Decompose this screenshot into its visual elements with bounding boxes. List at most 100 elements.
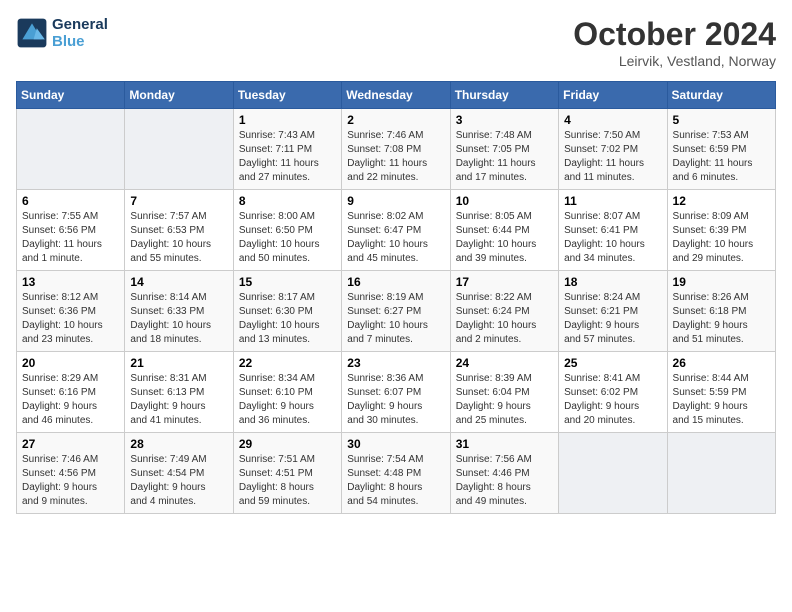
- day-number: 3: [456, 113, 553, 127]
- day-info: Sunrise: 8:07 AM Sunset: 6:41 PM Dayligh…: [564, 210, 661, 266]
- day-info: Sunrise: 8:36 AM Sunset: 6:07 PM Dayligh…: [347, 372, 444, 428]
- title-area: October 2024 Leirvik, Vestland, Norway: [573, 16, 776, 69]
- weekday-header-sunday: Sunday: [17, 82, 125, 109]
- day-number: 25: [564, 356, 661, 370]
- day-number: 21: [130, 356, 227, 370]
- calendar-cell: 12 Sunrise: 8:09 AM Sunset: 6:39 PM Dayli…: [667, 190, 775, 271]
- day-info: Sunrise: 8:17 AM Sunset: 6:30 PM Dayligh…: [239, 291, 336, 347]
- calendar-cell: 25 Sunrise: 8:41 AM Sunset: 6:02 PM Dayli…: [559, 352, 667, 433]
- day-number: 29: [239, 437, 336, 451]
- calendar-cell: 17 Sunrise: 8:22 AM Sunset: 6:24 PM Dayli…: [450, 271, 558, 352]
- day-number: 22: [239, 356, 336, 370]
- day-info: Sunrise: 8:22 AM Sunset: 6:24 PM Dayligh…: [456, 291, 553, 347]
- day-number: 7: [130, 194, 227, 208]
- calendar-cell: 15 Sunrise: 8:17 AM Sunset: 6:30 PM Dayli…: [233, 271, 341, 352]
- weekday-header-monday: Monday: [125, 82, 233, 109]
- day-number: 13: [22, 275, 119, 289]
- day-info: Sunrise: 8:34 AM Sunset: 6:10 PM Dayligh…: [239, 372, 336, 428]
- calendar-cell: 28Sunrise: 7:49 AM Sunset: 4:54 PM Dayli…: [125, 433, 233, 514]
- calendar-cell: 30Sunrise: 7:54 AM Sunset: 4:48 PM Dayli…: [342, 433, 450, 514]
- weekday-header-friday: Friday: [559, 82, 667, 109]
- day-info: Sunrise: 7:57 AM Sunset: 6:53 PM Dayligh…: [130, 210, 227, 266]
- calendar-cell: 26Sunrise: 8:44 AM Sunset: 5:59 PM Dayli…: [667, 352, 775, 433]
- day-info: Sunrise: 8:31 AM Sunset: 6:13 PM Dayligh…: [130, 372, 227, 428]
- day-info: Sunrise: 8:24 AM Sunset: 6:21 PM Dayligh…: [564, 291, 661, 347]
- day-number: 30: [347, 437, 444, 451]
- day-info: Sunrise: 7:46 AM Sunset: 7:08 PM Dayligh…: [347, 129, 444, 185]
- calendar-cell: 23 Sunrise: 8:36 AM Sunset: 6:07 PM Dayli…: [342, 352, 450, 433]
- day-number: 15: [239, 275, 336, 289]
- weekday-header-saturday: Saturday: [667, 82, 775, 109]
- calendar-cell: 1Sunrise: 7:43 AM Sunset: 7:11 PM Daylig…: [233, 109, 341, 190]
- day-number: 5: [673, 113, 770, 127]
- day-info: Sunrise: 8:02 AM Sunset: 6:47 PM Dayligh…: [347, 210, 444, 266]
- logo: General Blue: [16, 16, 108, 50]
- day-number: 26: [673, 356, 770, 370]
- calendar-cell: 8Sunrise: 8:00 AM Sunset: 6:50 PM Daylig…: [233, 190, 341, 271]
- calendar-cell: [559, 433, 667, 514]
- day-info: Sunrise: 7:50 AM Sunset: 7:02 PM Dayligh…: [564, 129, 661, 185]
- day-info: Sunrise: 8:39 AM Sunset: 6:04 PM Dayligh…: [456, 372, 553, 428]
- calendar-cell: [17, 109, 125, 190]
- day-number: 23: [347, 356, 444, 370]
- day-info: Sunrise: 7:51 AM Sunset: 4:51 PM Dayligh…: [239, 453, 336, 509]
- day-info: Sunrise: 7:46 AM Sunset: 4:56 PM Dayligh…: [22, 453, 119, 509]
- day-number: 4: [564, 113, 661, 127]
- weekday-header-wednesday: Wednesday: [342, 82, 450, 109]
- day-info: Sunrise: 7:49 AM Sunset: 4:54 PM Dayligh…: [130, 453, 227, 509]
- calendar-cell: [125, 109, 233, 190]
- month-title: October 2024: [573, 16, 776, 53]
- calendar-cell: 6Sunrise: 7:55 AM Sunset: 6:56 PM Daylig…: [17, 190, 125, 271]
- day-info: Sunrise: 8:41 AM Sunset: 6:02 PM Dayligh…: [564, 372, 661, 428]
- day-number: 16: [347, 275, 444, 289]
- calendar-cell: 29 Sunrise: 7:51 AM Sunset: 4:51 PM Dayli…: [233, 433, 341, 514]
- logo-icon: [16, 17, 48, 49]
- day-number: 2: [347, 113, 444, 127]
- day-info: Sunrise: 8:00 AM Sunset: 6:50 PM Dayligh…: [239, 210, 336, 266]
- calendar-cell: 9Sunrise: 8:02 AM Sunset: 6:47 PM Daylig…: [342, 190, 450, 271]
- calendar-cell: 19 Sunrise: 8:26 AM Sunset: 6:18 PM Dayli…: [667, 271, 775, 352]
- calendar-cell: 11 Sunrise: 8:07 AM Sunset: 6:41 PM Dayli…: [559, 190, 667, 271]
- weekday-header-row: SundayMondayTuesdayWednesdayThursdayFrid…: [17, 82, 776, 109]
- location: Leirvik, Vestland, Norway: [573, 53, 776, 69]
- calendar-cell: 22 Sunrise: 8:34 AM Sunset: 6:10 PM Dayli…: [233, 352, 341, 433]
- day-info: Sunrise: 8:12 AM Sunset: 6:36 PM Dayligh…: [22, 291, 119, 347]
- day-info: Sunrise: 8:29 AM Sunset: 6:16 PM Dayligh…: [22, 372, 119, 428]
- day-number: 11: [564, 194, 661, 208]
- day-number: 27: [22, 437, 119, 451]
- day-number: 14: [130, 275, 227, 289]
- calendar-cell: 20 Sunrise: 8:29 AM Sunset: 6:16 PM Dayli…: [17, 352, 125, 433]
- calendar-cell: 21 Sunrise: 8:31 AM Sunset: 6:13 PM Dayli…: [125, 352, 233, 433]
- day-number: 31: [456, 437, 553, 451]
- day-number: 10: [456, 194, 553, 208]
- day-info: Sunrise: 8:26 AM Sunset: 6:18 PM Dayligh…: [673, 291, 770, 347]
- weekday-header-tuesday: Tuesday: [233, 82, 341, 109]
- week-row-3: 13 Sunrise: 8:12 AM Sunset: 6:36 PM Dayli…: [17, 271, 776, 352]
- calendar-cell: 7 Sunrise: 7:57 AM Sunset: 6:53 PM Daylig…: [125, 190, 233, 271]
- day-number: 24: [456, 356, 553, 370]
- day-number: 19: [673, 275, 770, 289]
- calendar-cell: 18 Sunrise: 8:24 AM Sunset: 6:21 PM Dayli…: [559, 271, 667, 352]
- day-number: 17: [456, 275, 553, 289]
- calendar-cell: 27 Sunrise: 7:46 AM Sunset: 4:56 PM Dayli…: [17, 433, 125, 514]
- day-info: Sunrise: 7:48 AM Sunset: 7:05 PM Dayligh…: [456, 129, 553, 185]
- day-number: 12: [673, 194, 770, 208]
- week-row-4: 20 Sunrise: 8:29 AM Sunset: 6:16 PM Dayli…: [17, 352, 776, 433]
- calendar-cell: 4 Sunrise: 7:50 AM Sunset: 7:02 PM Daylig…: [559, 109, 667, 190]
- calendar-cell: 24 Sunrise: 8:39 AM Sunset: 6:04 PM Dayli…: [450, 352, 558, 433]
- calendar-cell: 10 Sunrise: 8:05 AM Sunset: 6:44 PM Dayli…: [450, 190, 558, 271]
- calendar-cell: 14Sunrise: 8:14 AM Sunset: 6:33 PM Dayli…: [125, 271, 233, 352]
- week-row-2: 6Sunrise: 7:55 AM Sunset: 6:56 PM Daylig…: [17, 190, 776, 271]
- day-number: 18: [564, 275, 661, 289]
- day-number: 1: [239, 113, 336, 127]
- day-info: Sunrise: 7:56 AM Sunset: 4:46 PM Dayligh…: [456, 453, 553, 509]
- day-info: Sunrise: 7:53 AM Sunset: 6:59 PM Dayligh…: [673, 129, 770, 185]
- logo-text: General Blue: [52, 16, 108, 50]
- week-row-1: 1Sunrise: 7:43 AM Sunset: 7:11 PM Daylig…: [17, 109, 776, 190]
- day-number: 20: [22, 356, 119, 370]
- weekday-header-thursday: Thursday: [450, 82, 558, 109]
- calendar-cell: 2 Sunrise: 7:46 AM Sunset: 7:08 PM Daylig…: [342, 109, 450, 190]
- calendar-cell: 31 Sunrise: 7:56 AM Sunset: 4:46 PM Dayli…: [450, 433, 558, 514]
- day-info: Sunrise: 8:09 AM Sunset: 6:39 PM Dayligh…: [673, 210, 770, 266]
- day-info: Sunrise: 8:05 AM Sunset: 6:44 PM Dayligh…: [456, 210, 553, 266]
